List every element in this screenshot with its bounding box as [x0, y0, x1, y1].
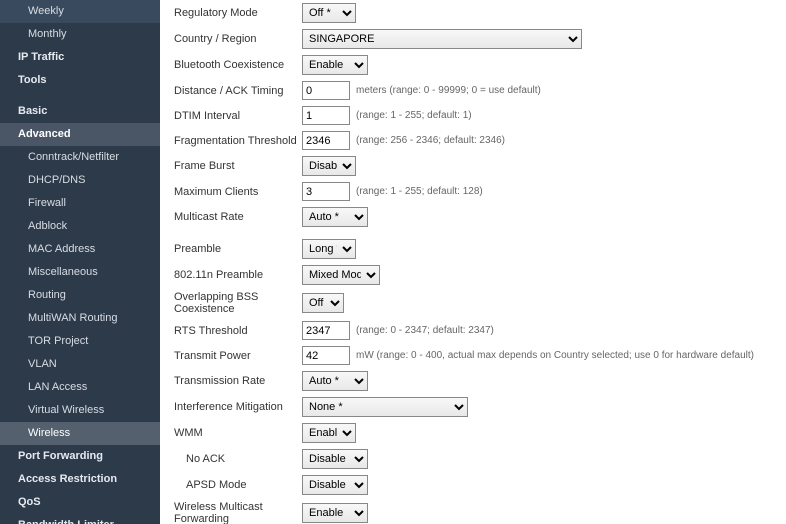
frame-burst-label: Frame Burst	[174, 160, 302, 172]
obss-label: Overlapping BSS Coexistence	[174, 291, 302, 315]
nav-conntrack-netfilter[interactable]: Conntrack/Netfilter	[0, 146, 160, 169]
wmf-label: Wireless Multicast Forwarding	[174, 501, 302, 524]
distance-hint: meters (range: 0 - 99999; 0 = use defaul…	[356, 85, 541, 96]
max-clients-label: Maximum Clients	[174, 186, 302, 198]
obss-select[interactable]: Off *	[302, 293, 344, 313]
nav-miscellaneous[interactable]: Miscellaneous	[0, 261, 160, 284]
nav-mac-address[interactable]: MAC Address	[0, 238, 160, 261]
n-preamble-select[interactable]: Mixed Mode *	[302, 265, 380, 285]
nav-qos[interactable]: QoS	[0, 491, 160, 514]
rts-hint: (range: 0 - 2347; default: 2347)	[356, 325, 494, 336]
bt-coexistence-label: Bluetooth Coexistence	[174, 59, 302, 71]
nav-tools[interactable]: Tools	[0, 69, 160, 92]
n-preamble-label: 802.11n Preamble	[174, 269, 302, 281]
nav-bandwidth-limiter[interactable]: Bandwidth Limiter	[0, 514, 160, 524]
nav-dhcp-dns[interactable]: DHCP/DNS	[0, 169, 160, 192]
sidebar: WeeklyMonthlyIP TrafficTools BasicAdvance…	[0, 0, 160, 524]
wmm-label: WMM	[174, 427, 302, 439]
max-clients-hint: (range: 1 - 255; default: 128)	[356, 186, 483, 197]
nav-basic[interactable]: Basic	[0, 100, 160, 123]
nav-advanced[interactable]: Advanced	[0, 123, 160, 146]
nav-lan-access[interactable]: LAN Access	[0, 376, 160, 399]
frame-burst-select[interactable]: Disable *	[302, 156, 356, 176]
wmm-select[interactable]: Enable	[302, 423, 356, 443]
mcast-rate-select[interactable]: Auto *	[302, 207, 368, 227]
dtim-hint: (range: 1 - 255; default: 1)	[356, 110, 472, 121]
nav-tor-project[interactable]: TOR Project	[0, 330, 160, 353]
regulatory-mode-select[interactable]: Off *	[302, 3, 356, 23]
tx-power-hint: mW (range: 0 - 400, actual max depends o…	[356, 350, 754, 361]
nav-wireless[interactable]: Wireless	[0, 422, 160, 445]
country-label: Country / Region	[174, 33, 302, 45]
apsd-select[interactable]: Disable *	[302, 475, 368, 495]
rts-label: RTS Threshold	[174, 325, 302, 337]
tx-rate-label: Transmission Rate	[174, 375, 302, 387]
nav-multiwan-routing[interactable]: MultiWAN Routing	[0, 307, 160, 330]
rts-input[interactable]	[302, 321, 350, 340]
nav-port-forwarding[interactable]: Port Forwarding	[0, 445, 160, 468]
nav-virtual-wireless[interactable]: Virtual Wireless	[0, 399, 160, 422]
tx-rate-select[interactable]: Auto *	[302, 371, 368, 391]
tx-power-label: Transmit Power	[174, 350, 302, 362]
nav-weekly[interactable]: Weekly	[0, 0, 160, 23]
apsd-label: APSD Mode	[174, 479, 302, 491]
nav-adblock[interactable]: Adblock	[0, 215, 160, 238]
country-select[interactable]: SINGAPORE	[302, 29, 582, 49]
no-ack-label: No ACK	[174, 453, 302, 465]
nav-firewall[interactable]: Firewall	[0, 192, 160, 215]
tx-power-input[interactable]	[302, 346, 350, 365]
bt-coexistence-select[interactable]: Enable	[302, 55, 368, 75]
frag-label: Fragmentation Threshold	[174, 135, 302, 147]
regulatory-mode-label: Regulatory Mode	[174, 7, 302, 19]
interference-label: Interference Mitigation	[174, 401, 302, 413]
preamble-select[interactable]: Long *	[302, 239, 356, 259]
nav-ip-traffic[interactable]: IP Traffic	[0, 46, 160, 69]
no-ack-select[interactable]: Disable *	[302, 449, 368, 469]
nav-routing[interactable]: Routing	[0, 284, 160, 307]
frag-hint: (range: 256 - 2346; default: 2346)	[356, 135, 505, 146]
mcast-rate-label: Multicast Rate	[174, 211, 302, 223]
nav-vlan[interactable]: VLAN	[0, 353, 160, 376]
preamble-label: Preamble	[174, 243, 302, 255]
frag-input[interactable]	[302, 131, 350, 150]
main-content: Regulatory Mode Off * Country / Region S…	[160, 0, 786, 524]
dtim-label: DTIM Interval	[174, 110, 302, 122]
max-clients-input[interactable]	[302, 182, 350, 201]
dtim-input[interactable]	[302, 106, 350, 125]
nav-monthly[interactable]: Monthly	[0, 23, 160, 46]
wmf-select[interactable]: Enable	[302, 503, 368, 523]
interference-select[interactable]: None *	[302, 397, 468, 417]
distance-label: Distance / ACK Timing	[174, 85, 302, 97]
nav-access-restriction[interactable]: Access Restriction	[0, 468, 160, 491]
distance-input[interactable]	[302, 81, 350, 100]
